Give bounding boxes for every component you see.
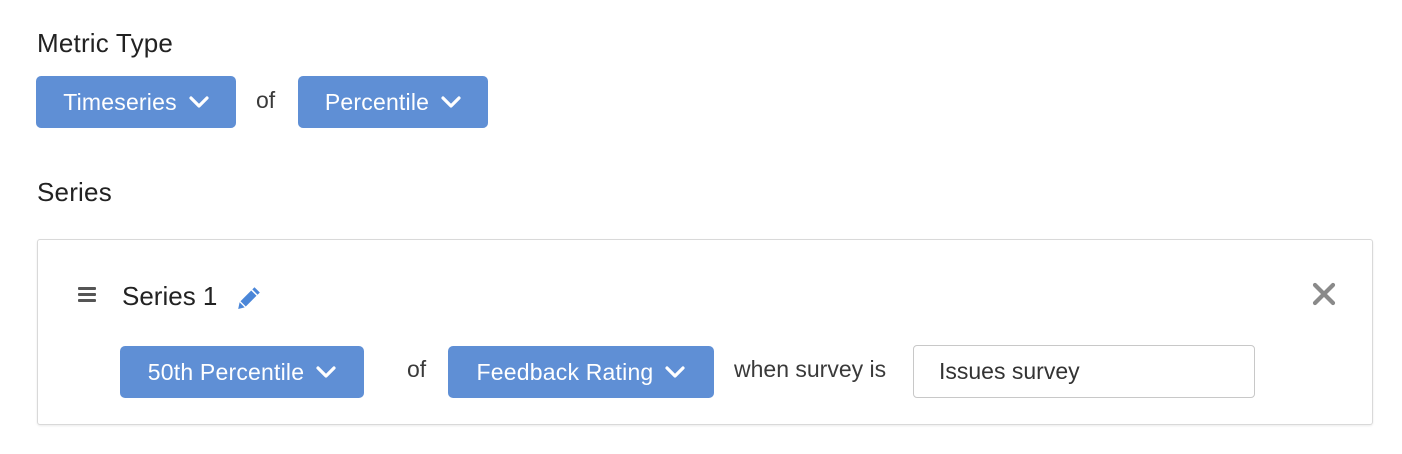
chevron-down-icon [665,365,686,379]
metric-type-connector: of [256,87,276,113]
close-icon[interactable] [1312,282,1336,306]
metric-type-dropdown-label: Timeseries [63,88,177,115]
metric-type-dropdown[interactable]: Timeseries [36,76,236,128]
chevron-down-icon [316,365,336,379]
series-field-dropdown[interactable]: Feedback Rating [448,346,714,398]
pencil-icon[interactable] [236,284,263,311]
survey-input[interactable] [913,345,1255,398]
series-stat-dropdown-label: 50th Percentile [147,358,305,385]
aggregation-dropdown-label: Percentile [324,88,430,115]
condition-label: when survey is [734,356,887,382]
series-name: Series 1 [122,281,218,311]
metric-type-heading: Metric Type [37,28,174,58]
series-card: Series 1 50th Percentile of Feedback Rat… [37,239,1373,425]
series-field-dropdown-label: Feedback Rating [476,358,654,385]
aggregation-dropdown[interactable]: Percentile [298,76,488,128]
series-connector: of [407,356,427,382]
series-stat-dropdown[interactable]: 50th Percentile [120,346,364,398]
chevron-down-icon [441,95,461,109]
chevron-down-icon [189,95,209,109]
drag-handle-icon[interactable] [78,287,96,303]
series-heading: Series [37,177,112,207]
